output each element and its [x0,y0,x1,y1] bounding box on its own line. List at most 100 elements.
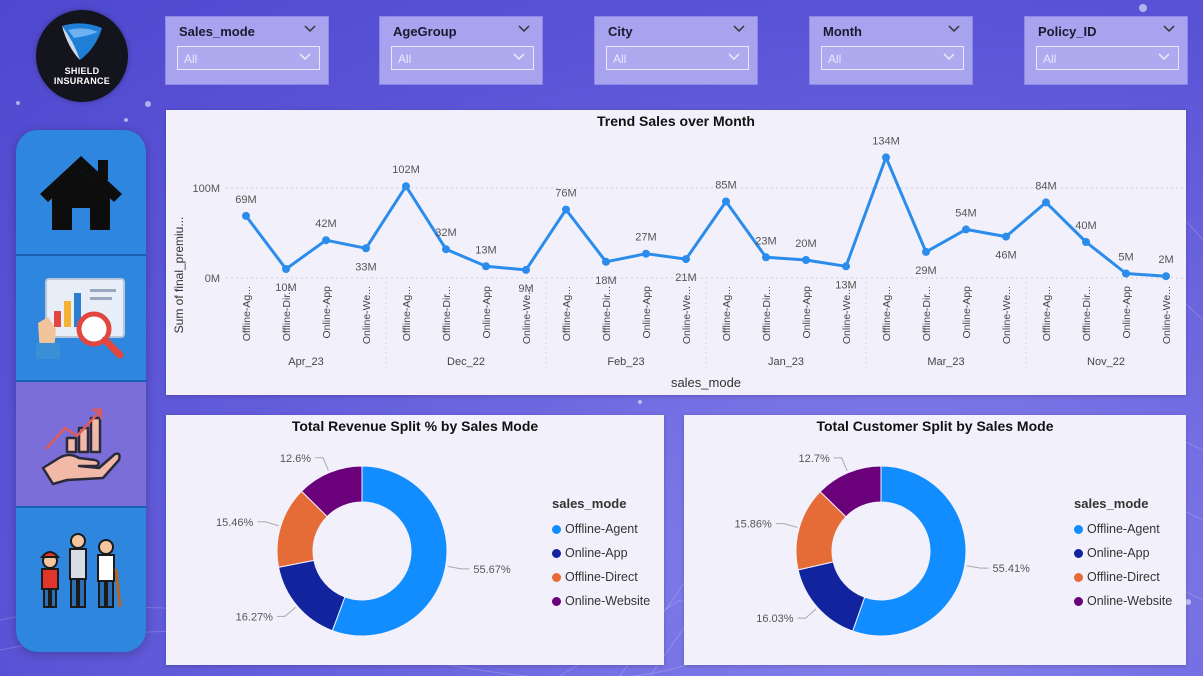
slicer-dropdown[interactable]: All [1036,46,1179,70]
data-label: 33M [355,261,376,273]
data-point[interactable] [242,211,250,220]
data-point[interactable] [282,265,290,273]
slicer-dropdown[interactable]: All [391,46,534,70]
data-point[interactable] [642,249,650,258]
slicer-value: All [1043,52,1057,66]
slicer-value: All [398,52,412,66]
data-label: 2M [1158,254,1173,266]
data-point[interactable] [762,253,770,262]
data-point[interactable] [402,182,410,191]
slicer-age-group: AgeGroup All [379,16,543,85]
trend-chart-card: Trend Sales over Month Sum of final_prem… [166,110,1186,395]
data-point[interactable] [602,257,610,266]
legend-item-offline-agent[interactable]: Offline-Agent [552,517,650,541]
y-axis-label: Sum of final_premiu... [172,217,186,334]
nav-growth-button[interactable] [16,382,146,506]
chevron-down-icon[interactable] [304,25,316,33]
x-tick-label: Online-App [961,286,973,339]
chevron-down-icon [728,53,740,61]
data-point[interactable] [482,262,490,271]
data-label: 32M [435,227,456,239]
data-point[interactable] [362,244,370,253]
x-tick-label: Offline-Ag... [241,286,253,341]
x-tick-label: Offline-Dir... [921,286,933,341]
data-point[interactable] [682,255,690,264]
data-point[interactable] [1122,269,1130,278]
data-point[interactable] [442,245,450,254]
data-point[interactable] [1002,232,1010,241]
legend-item-online-website[interactable]: Online-Website [1074,589,1172,613]
data-point[interactable] [1042,198,1050,207]
data-point[interactable] [522,265,530,274]
slicer-title: AgeGroup [393,24,457,39]
leader-line [966,565,989,569]
data-point[interactable] [882,153,890,162]
slice-label: 55.67% [473,564,511,576]
leader-line [775,523,798,528]
x-axis-label: sales_mode [671,375,741,390]
x-tick-label: Online-We... [1161,286,1173,344]
legend-item-online-website[interactable]: Online-Website [552,589,650,613]
legend-item-online-app[interactable]: Online-App [1074,541,1172,565]
data-label: 9M [518,283,533,295]
data-point[interactable] [322,236,330,245]
leader-line [315,457,329,471]
legend-dot [552,548,561,558]
nav-age-groups-button[interactable] [16,508,146,632]
data-point[interactable] [802,256,810,264]
donut-slice[interactable] [797,561,866,632]
chevron-down-icon[interactable] [518,25,530,33]
data-label: 5M [1118,252,1133,264]
x-tick-label: Offline-Dir... [441,286,453,341]
nav-analysis-button[interactable] [16,256,146,380]
customer-split-card: Total Customer Split by Sales Mode 55.41… [684,415,1186,665]
x-group-label: Mar_23 [927,356,964,368]
legend-label: Offline-Direct [565,570,638,584]
data-label: 20M [795,238,816,250]
nav-home-button[interactable] [16,130,146,254]
x-tick-label: Online-App [801,286,813,339]
legend-label: Online-App [1087,546,1150,560]
data-label: 29M [915,265,936,277]
data-point[interactable] [562,205,570,214]
legend-dot [1074,548,1083,558]
slicer-dropdown[interactable]: All [821,46,964,70]
legend-item-offline-agent[interactable]: Offline-Agent [1074,517,1172,541]
leader-line [276,606,296,617]
customer-legend: sales_mode Offline-Agent Online-App Offl… [1074,496,1172,613]
leader-line [833,457,848,472]
data-label: 42M [315,218,336,230]
donut-slice[interactable] [277,559,346,632]
slicer-title: City [608,24,633,39]
legend-item-offline-direct[interactable]: Offline-Direct [1074,565,1172,589]
x-group-label: Apr_23 [288,356,323,368]
x-tick-label: Offline-Dir... [761,286,773,341]
data-point[interactable] [1082,238,1090,246]
slicer-dropdown[interactable]: All [606,46,749,70]
x-tick-label: Online-App [481,286,493,339]
data-point[interactable] [842,262,850,271]
legend-item-online-app[interactable]: Online-App [552,541,650,565]
trend-series-line [244,155,1167,278]
slicer-value: All [613,52,627,66]
company-logo: SHIELD INSURANCE [36,10,128,102]
data-point[interactable] [922,247,930,256]
slice-label: 15.46% [216,517,254,529]
data-label: 46M [995,250,1016,262]
data-point[interactable] [722,197,730,206]
slice-label: 16.03% [756,613,794,625]
data-label: 84M [1035,180,1056,192]
slicer-title: Month [823,24,862,39]
data-label: 18M [595,275,616,287]
slice-label: 16.27% [236,611,274,623]
slicer-dropdown[interactable]: All [177,46,320,70]
chevron-down-icon[interactable] [948,25,960,33]
data-point[interactable] [962,225,970,234]
data-label: 13M [835,279,856,291]
legend-item-offline-direct[interactable]: Offline-Direct [552,565,650,589]
chevron-down-icon[interactable] [733,25,745,33]
data-point[interactable] [1162,272,1170,281]
y-tick-label: 0M [205,273,220,285]
data-label: 10M [275,282,296,294]
chevron-down-icon[interactable] [1163,25,1175,33]
